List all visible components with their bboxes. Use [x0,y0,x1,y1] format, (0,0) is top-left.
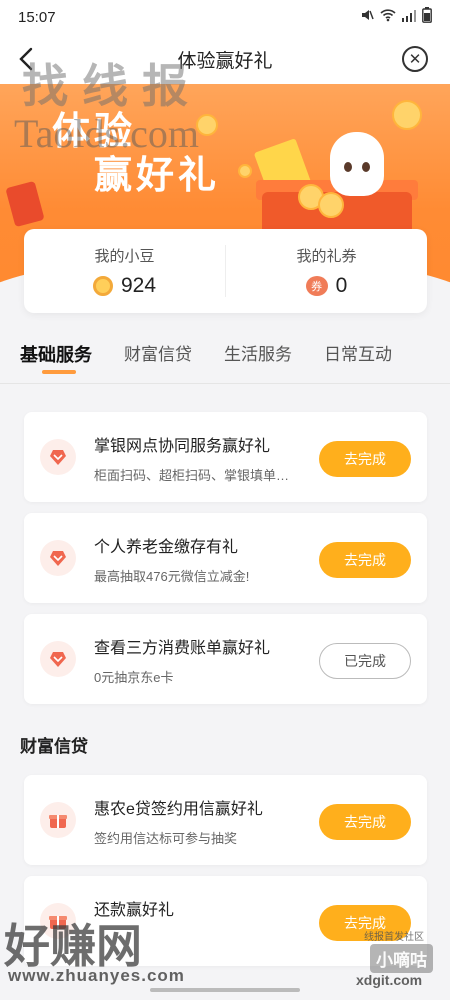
task-card: 掌银网点协同服务赢好礼 柜面扫码、超柜扫码、掌银填单… 去完成 [24,412,427,502]
gift-icon [40,903,76,939]
task-subtitle: 柜面扫码、超柜扫码、掌银填单… [94,468,290,483]
task-title: 掌银网点协同服务赢好礼 [94,438,271,455]
task-card: 个人养老金缴存有礼 最高抽取476元微信立减金! 去完成 [24,513,427,603]
coupons-value: 0 [335,273,348,297]
go-complete-button[interactable]: 去完成 [319,804,411,840]
heart-gem-icon [40,641,76,677]
watermark-url: www.zhuanyes.com [8,966,185,985]
task-card: 还款赢好礼 去完成 [24,876,427,966]
banner-title: 体验 赢好礼 [52,111,221,197]
task-title: 个人养老金缴存有礼 [94,539,239,556]
coupon-icon: 券 [305,275,328,296]
task-title: 惠农e贷签约用信赢好礼 [94,801,263,818]
coin-icon [318,192,344,218]
heart-gem-icon [40,540,76,576]
back-arrow-icon[interactable] [14,46,40,72]
tab-wealth-credit[interactable]: 财富信贷 [124,336,192,384]
task-subtitle: 签约用信达标可参与抽奖 [94,831,238,846]
tab-daily-interaction[interactable]: 日常互动 [324,336,392,384]
task-card: 查看三方消费账单赢好礼 0元抽京东e卡 已完成 [24,614,427,704]
battery-icon [422,7,432,27]
gift-icon [40,802,76,838]
tab-basic-services[interactable]: 基础服务 [20,336,92,384]
coupons-summary[interactable]: 我的礼券 券 0 [226,229,427,313]
beans-summary[interactable]: 我的小豆 924 [24,229,225,313]
close-circle-icon[interactable]: ✕ [402,46,428,72]
section-title: 财富信贷 [20,737,88,756]
beans-label: 我的小豆 [94,247,155,265]
signal-icon [402,9,416,26]
points-card: 我的小豆 924 我的礼券 券 0 [24,229,427,313]
task-card: 惠农e贷签约用信赢好礼 签约用信达标可参与抽奖 去完成 [24,775,427,865]
task-title: 还款赢好礼 [94,902,175,919]
watermark-url: xdgit.com [356,972,423,988]
completed-button[interactable]: 已完成 [319,643,411,679]
clock-coin-icon [392,100,422,130]
red-packet-icon [5,180,45,228]
coupons-label: 我的礼券 [296,247,357,265]
task-title: 查看三方消费账单赢好礼 [94,640,271,657]
wifi-icon [380,8,396,26]
status-time: 15:07 [18,8,56,26]
heart-gem-icon [40,439,76,475]
category-tabs: 基础服务 财富信贷 生活服务 日常互动 [0,336,450,384]
beans-value: 924 [120,273,157,297]
page-title: 体验赢好礼 [177,50,273,72]
coin-icon [238,164,252,178]
bean-coin-icon [92,275,113,296]
mascot-illustration [330,132,384,196]
status-bar: 15:07 [0,0,450,34]
mute-icon [360,8,374,26]
home-indicator[interactable] [150,988,300,992]
go-complete-button[interactable]: 去完成 [319,905,411,941]
title-bar: 体验赢好礼 ✕ [0,34,450,84]
status-icons [360,7,432,27]
go-complete-button[interactable]: 去完成 [319,542,411,578]
go-complete-button[interactable]: 去完成 [319,441,411,477]
tab-life-services[interactable]: 生活服务 [224,336,292,384]
task-subtitle: 最高抽取476元微信立减金! [94,569,250,584]
task-subtitle: 0元抽京东e卡 [94,670,174,685]
